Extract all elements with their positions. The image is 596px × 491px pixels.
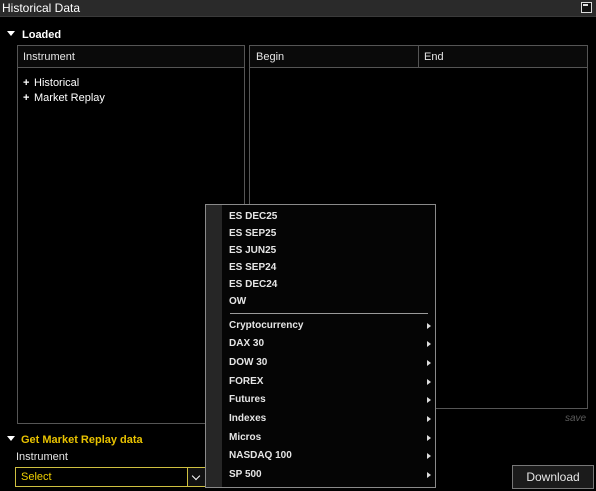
expand-icon[interactable]: + <box>23 77 34 89</box>
begin-column-label[interactable]: Begin <box>256 51 284 63</box>
menu-item-category[interactable]: SP 500 <box>229 466 431 484</box>
title-bar: Historical Data <box>0 0 596 17</box>
chevron-right-icon <box>427 360 431 366</box>
window-title: Historical Data <box>2 1 81 15</box>
tree-item-market-replay[interactable]: + Market Replay <box>23 92 105 104</box>
loaded-section-header[interactable]: Loaded <box>22 29 61 41</box>
menu-item-label: NASDAQ 100 <box>229 450 292 461</box>
chevron-down-icon[interactable] <box>187 468 205 486</box>
menu-item-label: Indexes <box>229 413 267 424</box>
menu-item-category[interactable]: NASDAQ 100 <box>229 447 431 465</box>
menu-item-category[interactable]: Futures <box>229 391 431 409</box>
menu-item-recent[interactable]: ES DEC25 <box>229 208 429 226</box>
instrument-select-value: Select <box>21 471 52 483</box>
chevron-right-icon <box>427 323 431 329</box>
menu-item-category[interactable]: DAX 30 <box>229 335 431 353</box>
menu-item-label: Cryptocurrency <box>229 320 304 331</box>
get-replay-section-header[interactable]: Get Market Replay data <box>21 434 143 446</box>
chevron-right-icon <box>427 416 431 422</box>
instrument-dropdown-menu: ES DEC25 ES SEP25 ES JUN25 ES SEP24 ES D… <box>205 204 436 488</box>
chevron-right-icon <box>427 435 431 441</box>
download-button[interactable]: Download <box>512 465 594 489</box>
chevron-right-icon <box>427 472 431 478</box>
menu-separator <box>230 313 428 314</box>
chevron-right-icon <box>427 397 431 403</box>
instrument-column-label: Instrument <box>23 51 75 63</box>
tree-item-label: Market Replay <box>34 92 105 104</box>
menu-gutter <box>206 205 222 487</box>
instrument-select[interactable]: Select <box>15 467 206 487</box>
menu-item-category[interactable]: Indexes <box>229 410 431 428</box>
menu-item-category[interactable]: Micros <box>229 429 431 447</box>
save-link[interactable]: save <box>565 413 586 424</box>
menu-item-label: DAX 30 <box>229 338 265 349</box>
expand-icon[interactable]: + <box>23 92 34 104</box>
menu-item-category[interactable]: DOW 30 <box>229 354 431 372</box>
instrument-label: Instrument <box>16 451 68 463</box>
menu-item-label: FOREX <box>229 376 264 387</box>
column-divider <box>418 46 419 67</box>
menu-item-category[interactable]: Cryptocurrency <box>229 317 431 335</box>
maximize-icon[interactable] <box>581 2 592 13</box>
chevron-right-icon <box>427 379 431 385</box>
menu-item-category[interactable]: FOREX <box>229 373 431 391</box>
collapse-icon[interactable] <box>7 436 15 441</box>
chevron-right-icon <box>427 341 431 347</box>
menu-item-recent[interactable]: ES DEC24 <box>229 276 429 294</box>
menu-item-recent[interactable]: OW <box>229 293 429 311</box>
chevron-right-icon <box>427 453 431 459</box>
end-column-label[interactable]: End <box>424 51 444 63</box>
date-range-header: Begin End <box>250 46 587 68</box>
menu-item-recent[interactable]: ES SEP25 <box>229 225 429 243</box>
menu-item-label: DOW 30 <box>229 357 268 368</box>
collapse-icon[interactable] <box>7 31 15 36</box>
instrument-column-header[interactable]: Instrument <box>18 46 244 68</box>
tree-item-historical[interactable]: + Historical <box>23 77 79 89</box>
menu-item-label: Futures <box>229 394 266 405</box>
menu-item-recent[interactable]: ES SEP24 <box>229 259 429 277</box>
tree-item-label: Historical <box>34 77 80 89</box>
menu-item-recent[interactable]: ES JUN25 <box>229 242 429 260</box>
menu-item-label: Micros <box>229 432 262 443</box>
menu-item-label: SP 500 <box>229 469 262 480</box>
